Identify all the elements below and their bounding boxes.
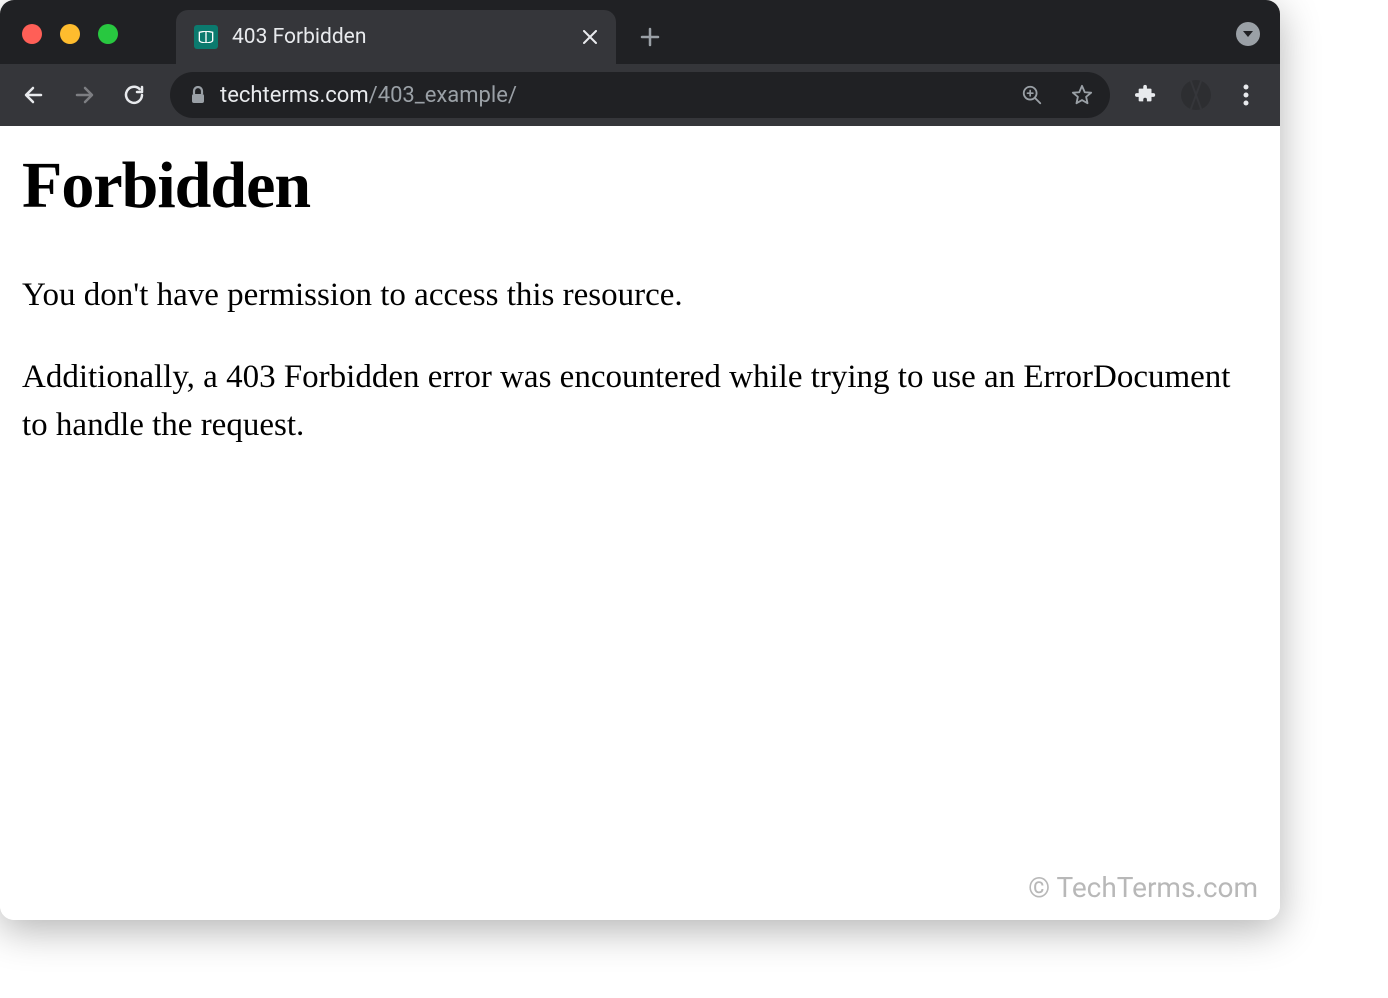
window-maximize-button[interactable] xyxy=(98,24,118,44)
url-domain: techterms.com xyxy=(220,83,369,108)
extensions-button[interactable] xyxy=(1124,73,1168,117)
extension-icon[interactable] xyxy=(1174,73,1218,117)
lock-icon xyxy=(190,86,206,104)
toolbar: techterms.com/403_example/ xyxy=(0,64,1280,126)
window-close-button[interactable] xyxy=(22,24,42,44)
address-bar[interactable]: techterms.com/403_example/ xyxy=(170,72,1110,118)
back-button[interactable] xyxy=(12,73,56,117)
browser-tab[interactable]: 403 Forbidden xyxy=(176,10,616,64)
browser-menu-button[interactable] xyxy=(1224,73,1268,117)
forward-button[interactable] xyxy=(62,73,106,117)
tab-favicon-icon xyxy=(194,25,218,49)
page-heading: Forbidden xyxy=(22,148,1258,224)
error-message-2: Additionally, a 403 Forbidden error was … xyxy=(22,354,1258,450)
bookmark-button[interactable] xyxy=(1064,77,1100,113)
tab-strip: 403 Forbidden xyxy=(0,0,1280,64)
url-path: /403_example/ xyxy=(369,83,517,108)
page-content: Forbidden You don't have permission to a… xyxy=(0,126,1280,920)
window-minimize-button[interactable] xyxy=(60,24,80,44)
reload-button[interactable] xyxy=(112,73,156,117)
zoom-button[interactable] xyxy=(1014,77,1050,113)
tab-close-button[interactable] xyxy=(578,25,602,49)
new-tab-button[interactable] xyxy=(628,15,672,59)
watermark-text: © TechTerms.com xyxy=(1028,871,1258,904)
account-dropdown-button[interactable] xyxy=(1236,22,1260,46)
error-message-1: You don't have permission to access this… xyxy=(22,272,1258,320)
globe-extension-icon xyxy=(1181,80,1211,110)
url-text: techterms.com/403_example/ xyxy=(220,83,1000,108)
tab-title: 403 Forbidden xyxy=(232,25,564,49)
window-controls xyxy=(22,24,118,44)
browser-window: 403 Forbidden techterms.com/403 xyxy=(0,0,1280,920)
